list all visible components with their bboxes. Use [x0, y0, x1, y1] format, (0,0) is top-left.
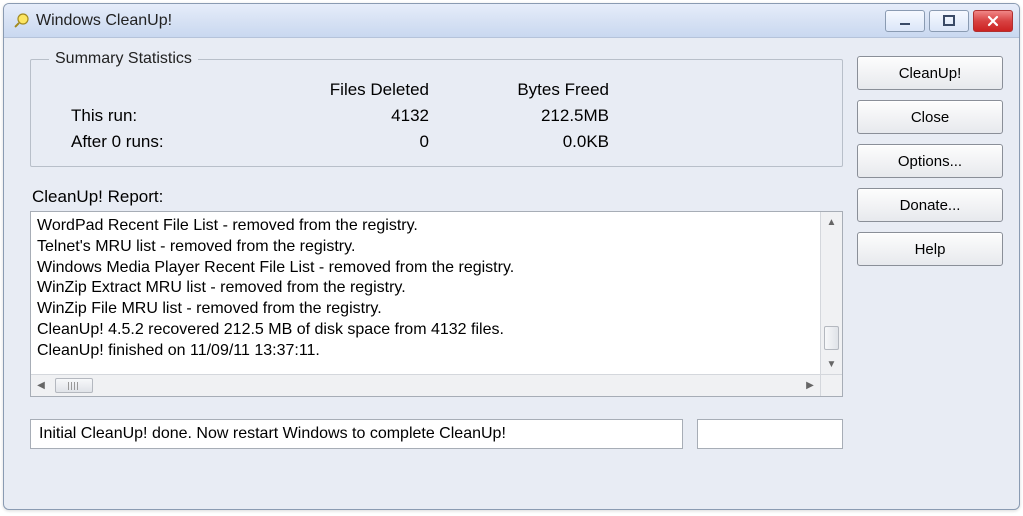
scroll-down-icon[interactable]: ▼: [822, 354, 842, 374]
stats-row-label: After 0 runs:: [49, 132, 269, 152]
status-side-box: [697, 419, 843, 449]
app-icon: [12, 12, 30, 30]
vertical-scrollbar[interactable]: ▲ ▼: [820, 212, 842, 374]
client-area: Summary Statistics Files Deleted Bytes F…: [4, 38, 1019, 509]
stats-grid: Files Deleted Bytes Freed This run: 4132…: [49, 80, 824, 152]
report-line: Telnet's MRU list - removed from the reg…: [37, 237, 836, 258]
summary-statistics-group: Summary Statistics Files Deleted Bytes F…: [30, 50, 843, 167]
scroll-corner: [820, 374, 842, 396]
col-header-files: Files Deleted: [269, 80, 449, 100]
status-row: Initial CleanUp! done. Now restart Windo…: [30, 419, 843, 449]
main-column: Summary Statistics Files Deleted Bytes F…: [30, 50, 843, 493]
report-line: WordPad Recent File List - removed from …: [37, 216, 836, 237]
help-button[interactable]: Help: [857, 232, 1003, 266]
stats-row-files: 4132: [269, 106, 449, 126]
stats-row-files: 0: [269, 132, 449, 152]
maximize-button[interactable]: [929, 10, 969, 32]
report-line: WinZip File MRU list - removed from the …: [37, 299, 836, 320]
button-column: CleanUp! Close Options... Donate... Help: [857, 50, 1003, 493]
report-label: CleanUp! Report:: [30, 187, 843, 207]
report-line: WinZip Extract MRU list - removed from t…: [37, 278, 836, 299]
donate-button[interactable]: Donate...: [857, 188, 1003, 222]
scroll-left-icon[interactable]: ◀: [31, 376, 51, 396]
scroll-track[interactable]: [821, 232, 842, 354]
summary-legend: Summary Statistics: [49, 50, 198, 68]
close-window-button[interactable]: [973, 10, 1013, 32]
scroll-track[interactable]: [51, 375, 800, 396]
report-line: Windows Media Player Recent File List - …: [37, 258, 836, 279]
window-title: Windows CleanUp!: [36, 12, 172, 30]
report-content: WordPad Recent File List - removed from …: [31, 212, 842, 396]
close-button[interactable]: Close: [857, 100, 1003, 134]
titlebar: Windows CleanUp!: [4, 4, 1019, 38]
app-window: Windows CleanUp! Summary Statistics File…: [3, 3, 1020, 510]
report-listbox[interactable]: WordPad Recent File List - removed from …: [30, 211, 843, 397]
col-header-bytes: Bytes Freed: [449, 80, 629, 100]
report-line: CleanUp! finished on 11/09/11 13:37:11.: [37, 341, 836, 362]
stats-row-bytes: 0.0KB: [449, 132, 629, 152]
stats-row-label: This run:: [49, 106, 269, 126]
horizontal-scrollbar[interactable]: ◀ ▶: [31, 374, 820, 396]
scroll-up-icon[interactable]: ▲: [822, 212, 842, 232]
report-line: CleanUp! 4.5.2 recovered 212.5 MB of dis…: [37, 320, 836, 341]
scroll-thumb[interactable]: [55, 378, 93, 393]
cleanup-button[interactable]: CleanUp!: [857, 56, 1003, 90]
status-text: Initial CleanUp! done. Now restart Windo…: [30, 419, 683, 449]
scroll-right-icon[interactable]: ▶: [800, 376, 820, 396]
stats-row-bytes: 212.5MB: [449, 106, 629, 126]
minimize-button[interactable]: [885, 10, 925, 32]
options-button[interactable]: Options...: [857, 144, 1003, 178]
scroll-thumb[interactable]: [824, 326, 839, 350]
